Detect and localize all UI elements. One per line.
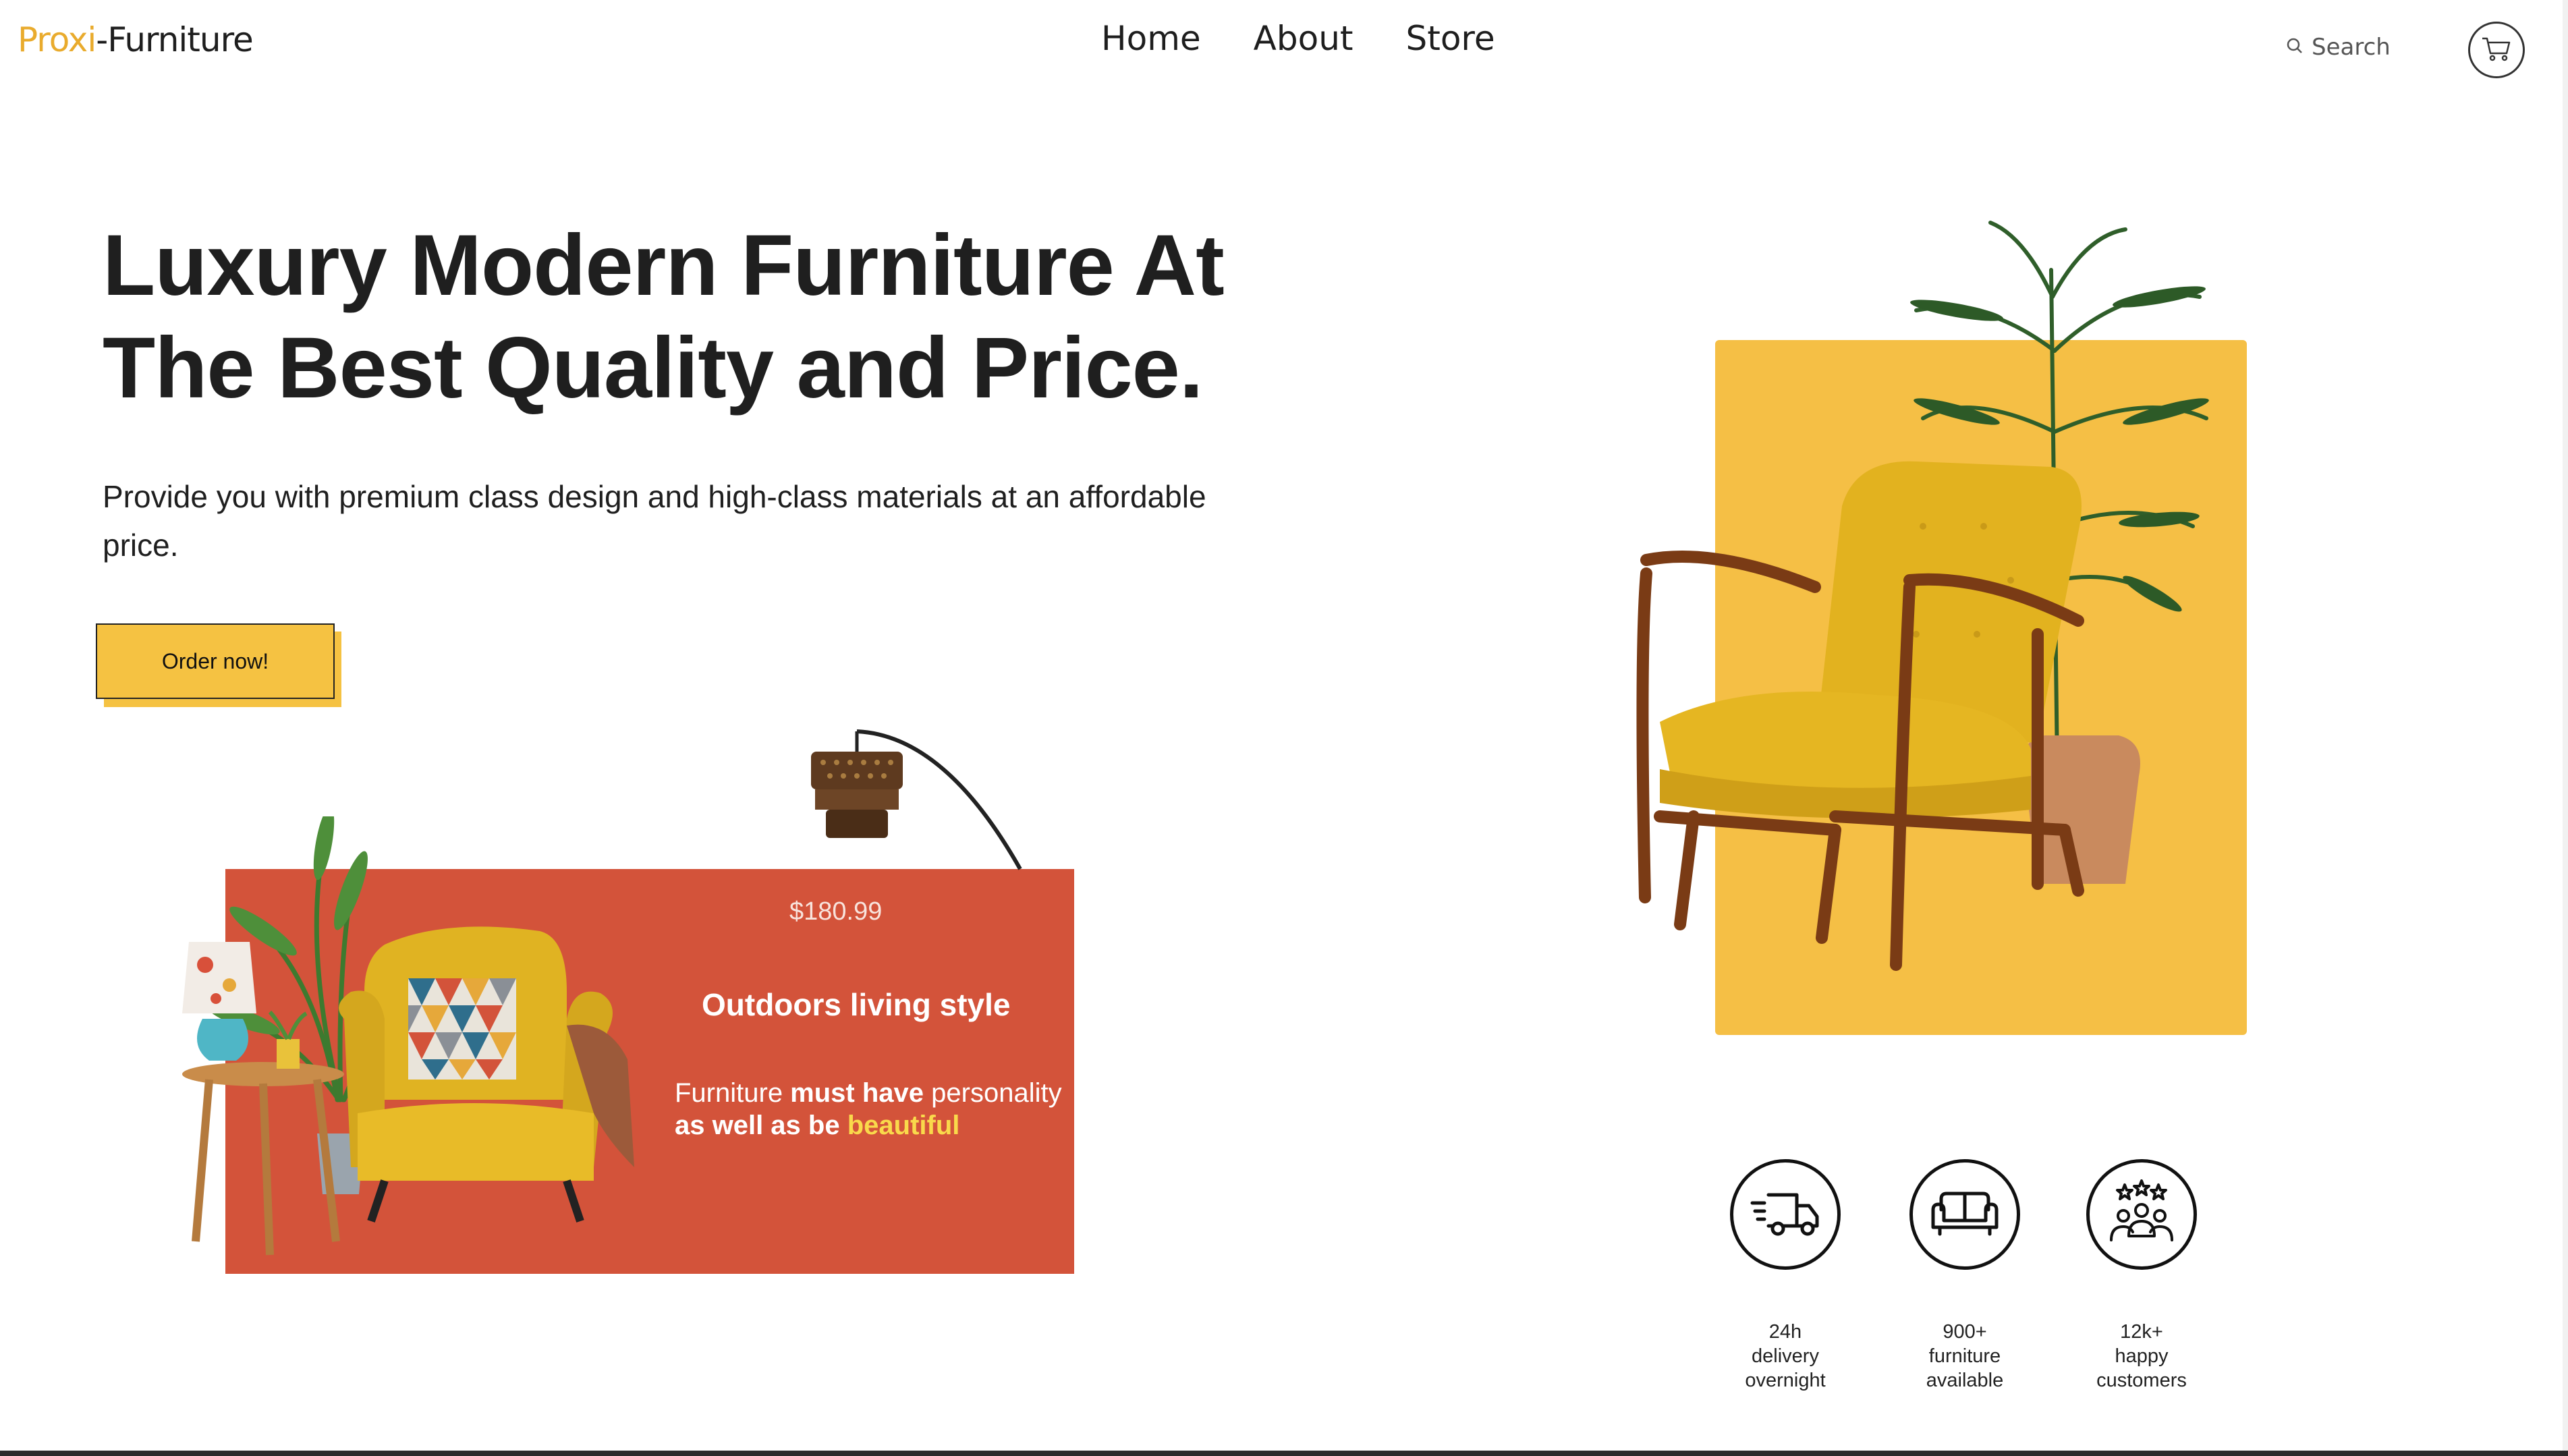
stat-customers-label: 12k+ happy customers — [2040, 1320, 2243, 1393]
subtitle-line-2: price. — [103, 528, 179, 563]
cart-button[interactable] — [2468, 22, 2525, 78]
delivery-truck-icon — [1748, 1183, 1822, 1247]
promo-text-part-3: personality — [924, 1078, 1062, 1108]
brand-rest: -Furniture — [96, 20, 254, 59]
stat-delivery: 24h delivery overnight — [1684, 1159, 1887, 1393]
promo-text-part-4: as well as be — [675, 1111, 847, 1140]
sofa-icon — [1928, 1183, 2002, 1247]
order-now-wrapper: Order now! — [96, 623, 341, 707]
title-line-2: The Best Quality and Price. — [103, 320, 1203, 416]
title-line-1: Luxury Modern Furniture At — [103, 217, 1225, 314]
promo-text: Furniture must have personality as well … — [675, 1077, 1062, 1142]
promo-text-part-2: must have — [790, 1078, 924, 1108]
nav-home[interactable]: Home — [1101, 19, 1201, 58]
window-edge — [2563, 0, 2568, 1456]
hero-subtitle: Provide you with premium class design an… — [103, 472, 1310, 569]
search-box — [2286, 34, 2406, 61]
stat-furniture-line-2: furniture — [1928, 1345, 2001, 1367]
nav-store[interactable]: Store — [1405, 19, 1495, 58]
promo-price: $180.99 — [789, 897, 883, 926]
stat-furniture-label: 900+ furniture available — [1864, 1320, 2066, 1393]
floor-lamp-image — [811, 729, 1022, 870]
promo-text-highlight: beautiful — [847, 1111, 960, 1140]
stat-furniture: 900+ furniture available — [1864, 1159, 2066, 1393]
stat-furniture-circle — [1909, 1159, 2020, 1270]
page-title: Luxury Modern Furniture At The Best Qual… — [103, 215, 1263, 420]
armchair-scene-image — [182, 816, 634, 1256]
cart-icon — [2480, 32, 2513, 69]
brand-accent: Proxi — [18, 20, 96, 59]
stat-customers: 12k+ happy customers — [2040, 1159, 2243, 1393]
bottom-divider — [0, 1451, 2568, 1456]
stat-delivery-label: 24h delivery overnight — [1684, 1320, 1887, 1393]
stat-delivery-circle — [1730, 1159, 1841, 1270]
stat-delivery-line-3: overnight — [1745, 1370, 1826, 1391]
promo-title: Outdoors living style — [702, 987, 1011, 1022]
stat-furniture-line-1: 900+ — [1943, 1321, 1987, 1343]
order-now-button[interactable]: Order now! — [96, 623, 335, 699]
armchair-image — [1636, 461, 2084, 971]
stat-customers-circle — [2086, 1159, 2197, 1270]
promo-text-part-1: Furniture — [675, 1078, 791, 1108]
search-input[interactable] — [2312, 34, 2406, 61]
stat-customers-line-3: customers — [2096, 1370, 2187, 1391]
stat-delivery-line-1: 24h — [1768, 1321, 1802, 1343]
main-nav: Home About Store — [1101, 19, 1495, 58]
subtitle-line-1: Provide you with premium class design an… — [103, 479, 1206, 514]
brand-logo[interactable]: Proxi-Furniture — [18, 20, 254, 59]
happy-customers-icon — [2104, 1179, 2179, 1250]
stat-customers-line-1: 12k+ — [2120, 1321, 2163, 1343]
stat-delivery-line-2: delivery — [1752, 1345, 1819, 1367]
nav-about[interactable]: About — [1254, 19, 1353, 58]
stat-customers-line-2: happy — [2115, 1345, 2169, 1367]
search-icon[interactable] — [2286, 34, 2304, 61]
stat-furniture-line-3: available — [1926, 1370, 2004, 1391]
